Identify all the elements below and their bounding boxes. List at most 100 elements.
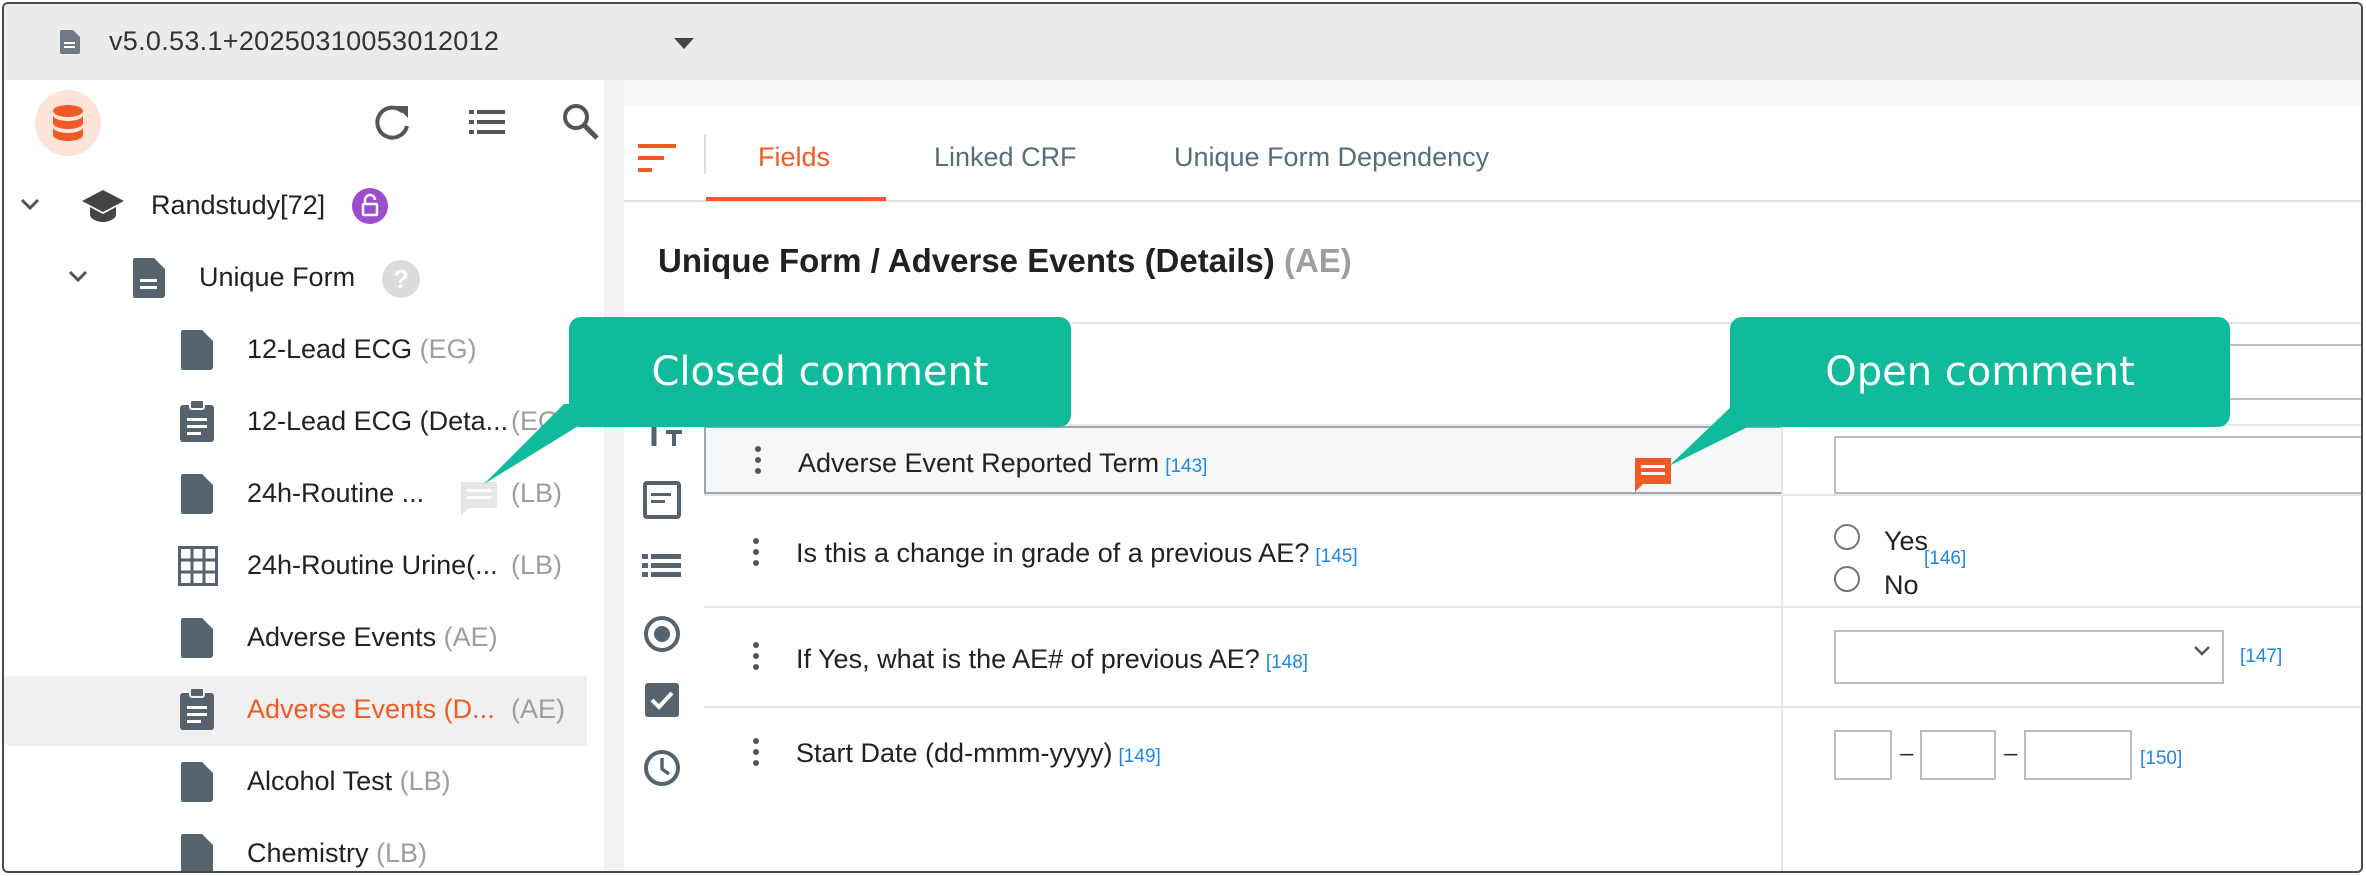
document-icon (181, 474, 213, 514)
document-icon (181, 330, 213, 370)
field-label: Adverse Event Reported Term (798, 448, 1160, 478)
date-month-input[interactable] (1920, 730, 1996, 780)
tree-item[interactable]: 24h-Routine Urine(... (LB) (4, 532, 587, 602)
tree-group-label: Unique Form (199, 262, 356, 292)
tab-unique-form-dependency[interactable]: Unique Form Dependency (1174, 142, 1489, 173)
field-ref[interactable]: [143] (1165, 456, 1207, 477)
tree-study-row[interactable]: Randstudy[72] (4, 172, 587, 242)
closed-comment-callout: Closed comment (569, 317, 1071, 427)
options-ref[interactable]: [146] (1924, 548, 1966, 570)
date-day-input[interactable] (1834, 730, 1892, 780)
search-icon[interactable] (559, 100, 603, 144)
tree-item-code: (AE) (511, 694, 565, 724)
field-ref[interactable]: [148] (1266, 652, 1308, 673)
tree-item[interactable]: Alcohol Test (LB) (4, 748, 587, 818)
drag-handle-icon[interactable] (749, 642, 763, 675)
field-label: If Yes, what is the AE# of previous AE? (796, 644, 1260, 674)
version-label: v5.0.53.1+20250310053012012 (109, 26, 500, 56)
list-view-icon[interactable] (465, 100, 509, 144)
tree-item-selected[interactable]: Adverse Events (D... (AE) (4, 676, 587, 746)
radio-yes[interactable] (1834, 524, 1860, 550)
database-icon (35, 90, 101, 156)
radio-no-label: No (1884, 570, 1919, 600)
chevron-down-icon[interactable] (68, 270, 88, 284)
tree-item-code: (LB) (399, 766, 451, 796)
tree-study-label: Randstudy[72] (151, 190, 326, 220)
page-title-text: Unique Form / Adverse Events (Details) (658, 242, 1275, 279)
date-separator: – (2004, 740, 2018, 767)
drag-handle-icon[interactable] (751, 446, 765, 479)
date-year-input[interactable] (2024, 730, 2132, 780)
lock-icon (352, 188, 388, 224)
tab-linked-crf[interactable]: Linked CRF (934, 142, 1077, 173)
radio-no[interactable] (1834, 566, 1860, 592)
field-cell: Is this a change in grade of a previous … (704, 496, 1783, 606)
tree-item-code: (LB) (511, 550, 563, 580)
version-dropdown-caret-icon[interactable] (674, 38, 694, 49)
tree-item[interactable]: 12-Lead ECG (EG) (4, 316, 587, 386)
active-tab-indicator (706, 197, 886, 201)
chevron-down-icon[interactable] (20, 198, 40, 212)
tree-item-label: Adverse Events (247, 622, 437, 652)
tab-separator (704, 134, 706, 174)
page-title: Unique Form / Adverse Events (Details) (… (658, 242, 1352, 280)
reported-term-input[interactable] (1834, 436, 2361, 494)
refresh-icon[interactable] (370, 100, 414, 144)
radio-button-icon[interactable] (636, 608, 688, 660)
field-row[interactable]: Start Date (dd-mmm-yyyy) [149] – – [150] (704, 708, 2361, 808)
tree-group-row[interactable]: Unique Form ? (4, 244, 587, 314)
tree-item-label: 12-Lead ECG (Deta... (247, 406, 509, 436)
tree-item-code: (EG) (419, 334, 477, 364)
tree-item-label: Adverse Events (D... (247, 694, 495, 724)
sort-menu-icon[interactable] (638, 144, 678, 172)
field-row[interactable]: Is this a change in grade of a previous … (704, 496, 2361, 608)
input-ref[interactable]: [150] (2140, 748, 2182, 770)
tab-bar: Fields Linked CRF Unique Form Dependency (624, 106, 2361, 202)
tree-item-code: (AE) (443, 622, 498, 652)
field-cell: Adverse Event Reported Term [143] (704, 426, 1783, 494)
date-separator: – (1900, 740, 1914, 767)
tree-item-label: 12-Lead ECG (247, 334, 413, 364)
field-ref[interactable]: [145] (1315, 546, 1357, 567)
field-cell: If Yes, what is the AE# of previous AE? [… (704, 608, 1783, 706)
version-bar: v5.0.53.1+20250310053012012 (4, 4, 2361, 80)
previous-ae-select[interactable] (1834, 630, 2224, 684)
clock-icon[interactable] (636, 742, 688, 794)
list-icon[interactable] (636, 540, 688, 592)
main-panel: Fields Linked CRF Unique Form Dependency… (624, 80, 2361, 871)
main-top-strip (624, 80, 2361, 106)
document-icon (181, 762, 213, 802)
field-cell: Start Date (dd-mmm-yyyy) [149] (704, 708, 1783, 808)
help-icon[interactable]: ? (382, 260, 420, 298)
input-ref[interactable]: [147] (2240, 646, 2282, 668)
grid-table-icon (178, 546, 218, 586)
tree-item[interactable]: Chemistry (LB) (4, 820, 587, 871)
field-label: Start Date (dd-mmm-yyyy) (796, 738, 1113, 768)
document-icon (60, 30, 80, 59)
sidebar-toolbar (4, 80, 604, 170)
document-icon (133, 258, 165, 298)
tree-item-code: (LB) (376, 838, 428, 868)
app-window: v5.0.53.1+20250310053012012 Randstudy[72… (2, 2, 2363, 873)
clipboard-icon (180, 400, 214, 442)
tree-item-label: 24h-Routine ... (247, 478, 425, 508)
document-icon (181, 618, 213, 658)
tree-item-label: 24h-Routine Urine(... (247, 550, 498, 580)
open-comment-callout: Open comment (1730, 317, 2230, 427)
tree-item[interactable]: Adverse Events (AE) (4, 604, 587, 674)
field-ref[interactable]: [149] (1119, 746, 1161, 767)
checkbox-icon[interactable] (636, 674, 688, 726)
field-row[interactable]: Adverse Event Reported Term [143] (704, 426, 2361, 496)
drag-handle-icon[interactable] (749, 538, 763, 571)
graduation-cap-icon (82, 190, 124, 222)
tab-fields[interactable]: Fields (758, 142, 830, 173)
page-title-code: (AE) (1283, 242, 1352, 279)
chevron-down-icon (2194, 646, 2210, 656)
drag-handle-icon[interactable] (749, 738, 763, 771)
tree-item-label: Alcohol Test (247, 766, 393, 796)
tree-item-label: Chemistry (247, 838, 369, 868)
clipboard-icon (180, 688, 214, 730)
document-icon (181, 834, 213, 871)
field-row[interactable]: If Yes, what is the AE# of previous AE? [… (704, 608, 2361, 708)
field-label: Is this a change in grade of a previous … (796, 538, 1310, 568)
